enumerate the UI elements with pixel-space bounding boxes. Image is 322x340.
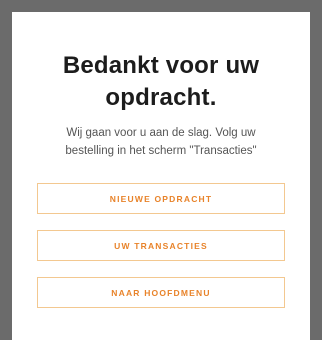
main-menu-button[interactable]: NAAR HOOFDMENU [37, 277, 285, 308]
new-order-button[interactable]: NIEUWE OPDRACHT [37, 183, 285, 214]
message-line-2: bestelling in het scherm "Transacties" [65, 145, 257, 157]
message-line-1: Wij gaan voor u aan de slag. Volg uw [66, 127, 256, 139]
confirmation-message: Wij gaan voor u aan de slag. Volg uw bes… [22, 124, 300, 160]
title-line-2: opdracht. [105, 84, 217, 111]
confirmation-dialog: Bedankt voor uw opdracht. Wij gaan voor … [12, 12, 310, 340]
confirmation-title: Bedankt voor uw opdracht. [12, 50, 310, 114]
title-line-1: Bedankt voor uw [62, 52, 260, 79]
transactions-button[interactable]: UW TRANSACTIES [37, 230, 285, 261]
